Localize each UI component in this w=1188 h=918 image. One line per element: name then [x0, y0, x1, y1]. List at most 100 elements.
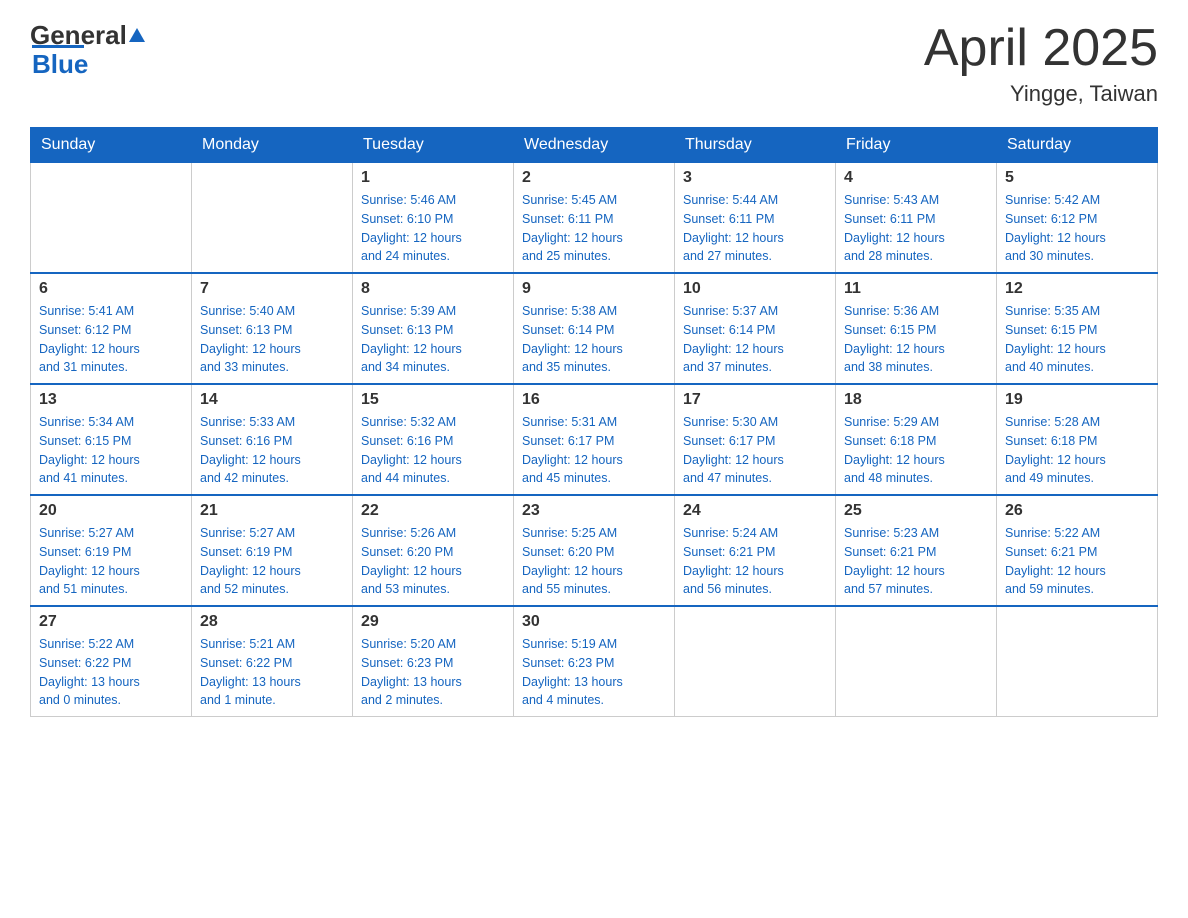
- location-title: Yingge, Taiwan: [924, 81, 1158, 107]
- day-number: 4: [844, 169, 988, 187]
- day-info: Sunrise: 5:37 AM Sunset: 6:14 PM Dayligh…: [683, 302, 827, 377]
- calendar-cell: 20 Sunrise: 5:27 AM Sunset: 6:19 PM Dayli…: [31, 495, 192, 606]
- day-info: Sunrise: 5:28 AM Sunset: 6:18 PM Dayligh…: [1005, 413, 1149, 488]
- day-number: 7: [200, 280, 344, 298]
- day-info: Sunrise: 5:26 AM Sunset: 6:20 PM Dayligh…: [361, 524, 505, 599]
- day-number: 29: [361, 613, 505, 631]
- calendar-cell: 22 Sunrise: 5:26 AM Sunset: 6:20 PM Dayli…: [353, 495, 514, 606]
- day-number: 1: [361, 169, 505, 187]
- calendar-week-row: 13 Sunrise: 5:34 AM Sunset: 6:15 PM Dayli…: [31, 384, 1158, 495]
- calendar-cell: 10Sunrise: 5:37 AM Sunset: 6:14 PM Dayli…: [675, 273, 836, 384]
- header-sunday: Sunday: [31, 128, 192, 163]
- day-info: Sunrise: 5:41 AM Sunset: 6:12 PM Dayligh…: [39, 302, 183, 377]
- title-section: April 2025 Yingge, Taiwan: [924, 20, 1158, 107]
- header-tuesday: Tuesday: [353, 128, 514, 163]
- calendar-cell: 18 Sunrise: 5:29 AM Sunset: 6:18 PM Dayli…: [836, 384, 997, 495]
- day-number: 9: [522, 280, 666, 298]
- day-info: Sunrise: 5:19 AM Sunset: 6:23 PM Dayligh…: [522, 635, 666, 710]
- day-number: 12: [1005, 280, 1149, 298]
- calendar-cell: 30 Sunrise: 5:19 AM Sunset: 6:23 PM Dayli…: [514, 606, 675, 717]
- day-info: Sunrise: 5:27 AM Sunset: 6:19 PM Dayligh…: [200, 524, 344, 599]
- calendar-cell: [675, 606, 836, 717]
- calendar-cell: 1 Sunrise: 5:46 AM Sunset: 6:10 PM Daylig…: [353, 163, 514, 274]
- day-number: 20: [39, 502, 183, 520]
- day-number: 22: [361, 502, 505, 520]
- calendar-cell: 26 Sunrise: 5:22 AM Sunset: 6:21 PM Dayli…: [997, 495, 1158, 606]
- calendar-cell: 19 Sunrise: 5:28 AM Sunset: 6:18 PM Dayli…: [997, 384, 1158, 495]
- calendar-week-row: 6 Sunrise: 5:41 AM Sunset: 6:12 PM Daylig…: [31, 273, 1158, 384]
- calendar-cell: 14Sunrise: 5:33 AM Sunset: 6:16 PM Dayli…: [192, 384, 353, 495]
- calendar-cell: 28Sunrise: 5:21 AM Sunset: 6:22 PM Dayli…: [192, 606, 353, 717]
- logo-triangle-icon: [127, 20, 147, 51]
- day-info: Sunrise: 5:32 AM Sunset: 6:16 PM Dayligh…: [361, 413, 505, 488]
- header-wednesday: Wednesday: [514, 128, 675, 163]
- calendar-cell: 23 Sunrise: 5:25 AM Sunset: 6:20 PM Dayli…: [514, 495, 675, 606]
- day-number: 25: [844, 502, 988, 520]
- calendar-cell: 3 Sunrise: 5:44 AM Sunset: 6:11 PM Daylig…: [675, 163, 836, 274]
- day-info: Sunrise: 5:40 AM Sunset: 6:13 PM Dayligh…: [200, 302, 344, 377]
- day-number: 17: [683, 391, 827, 409]
- calendar-cell: 2 Sunrise: 5:45 AM Sunset: 6:11 PM Daylig…: [514, 163, 675, 274]
- calendar-cell: 7 Sunrise: 5:40 AM Sunset: 6:13 PM Daylig…: [192, 273, 353, 384]
- logo: General Blue: [30, 20, 147, 80]
- day-number: 30: [522, 613, 666, 631]
- logo-blue-text: Blue: [32, 49, 88, 79]
- day-info: Sunrise: 5:31 AM Sunset: 6:17 PM Dayligh…: [522, 413, 666, 488]
- calendar-week-row: 27Sunrise: 5:22 AM Sunset: 6:22 PM Dayli…: [31, 606, 1158, 717]
- calendar-header-row: SundayMondayTuesdayWednesdayThursdayFrid…: [31, 128, 1158, 163]
- day-number: 3: [683, 169, 827, 187]
- calendar-cell: [997, 606, 1158, 717]
- day-number: 13: [39, 391, 183, 409]
- day-info: Sunrise: 5:38 AM Sunset: 6:14 PM Dayligh…: [522, 302, 666, 377]
- day-number: 5: [1005, 169, 1149, 187]
- day-number: 23: [522, 502, 666, 520]
- day-info: Sunrise: 5:45 AM Sunset: 6:11 PM Dayligh…: [522, 191, 666, 266]
- page-header: General Blue April 2025 Yingge, Taiwan: [30, 20, 1158, 107]
- day-info: Sunrise: 5:23 AM Sunset: 6:21 PM Dayligh…: [844, 524, 988, 599]
- calendar-week-row: 1 Sunrise: 5:46 AM Sunset: 6:10 PM Daylig…: [31, 163, 1158, 274]
- calendar-cell: 29 Sunrise: 5:20 AM Sunset: 6:23 PM Dayli…: [353, 606, 514, 717]
- calendar-week-row: 20 Sunrise: 5:27 AM Sunset: 6:19 PM Dayli…: [31, 495, 1158, 606]
- day-info: Sunrise: 5:21 AM Sunset: 6:22 PM Dayligh…: [200, 635, 344, 710]
- day-info: Sunrise: 5:30 AM Sunset: 6:17 PM Dayligh…: [683, 413, 827, 488]
- day-info: Sunrise: 5:36 AM Sunset: 6:15 PM Dayligh…: [844, 302, 988, 377]
- day-number: 19: [1005, 391, 1149, 409]
- calendar-cell: 6 Sunrise: 5:41 AM Sunset: 6:12 PM Daylig…: [31, 273, 192, 384]
- calendar-cell: 11 Sunrise: 5:36 AM Sunset: 6:15 PM Dayli…: [836, 273, 997, 384]
- day-info: Sunrise: 5:20 AM Sunset: 6:23 PM Dayligh…: [361, 635, 505, 710]
- header-thursday: Thursday: [675, 128, 836, 163]
- calendar-table: SundayMondayTuesdayWednesdayThursdayFrid…: [30, 127, 1158, 717]
- day-info: Sunrise: 5:29 AM Sunset: 6:18 PM Dayligh…: [844, 413, 988, 488]
- day-number: 11: [844, 280, 988, 298]
- calendar-cell: 15 Sunrise: 5:32 AM Sunset: 6:16 PM Dayli…: [353, 384, 514, 495]
- day-number: 2: [522, 169, 666, 187]
- header-friday: Friday: [836, 128, 997, 163]
- calendar-cell: 12 Sunrise: 5:35 AM Sunset: 6:15 PM Dayli…: [997, 273, 1158, 384]
- day-number: 8: [361, 280, 505, 298]
- day-info: Sunrise: 5:46 AM Sunset: 6:10 PM Dayligh…: [361, 191, 505, 266]
- calendar-cell: 25 Sunrise: 5:23 AM Sunset: 6:21 PM Dayli…: [836, 495, 997, 606]
- calendar-cell: 17 Sunrise: 5:30 AM Sunset: 6:17 PM Dayli…: [675, 384, 836, 495]
- calendar-cell: [836, 606, 997, 717]
- day-info: Sunrise: 5:33 AM Sunset: 6:16 PM Dayligh…: [200, 413, 344, 488]
- calendar-cell: 4Sunrise: 5:43 AM Sunset: 6:11 PM Daylig…: [836, 163, 997, 274]
- day-info: Sunrise: 5:27 AM Sunset: 6:19 PM Dayligh…: [39, 524, 183, 599]
- calendar-cell: 5 Sunrise: 5:42 AM Sunset: 6:12 PM Daylig…: [997, 163, 1158, 274]
- day-info: Sunrise: 5:39 AM Sunset: 6:13 PM Dayligh…: [361, 302, 505, 377]
- day-info: Sunrise: 5:25 AM Sunset: 6:20 PM Dayligh…: [522, 524, 666, 599]
- day-number: 18: [844, 391, 988, 409]
- day-info: Sunrise: 5:22 AM Sunset: 6:22 PM Dayligh…: [39, 635, 183, 710]
- day-number: 6: [39, 280, 183, 298]
- header-saturday: Saturday: [997, 128, 1158, 163]
- day-info: Sunrise: 5:34 AM Sunset: 6:15 PM Dayligh…: [39, 413, 183, 488]
- day-number: 15: [361, 391, 505, 409]
- calendar-cell: 27Sunrise: 5:22 AM Sunset: 6:22 PM Dayli…: [31, 606, 192, 717]
- day-number: 16: [522, 391, 666, 409]
- calendar-cell: 9 Sunrise: 5:38 AM Sunset: 6:14 PM Daylig…: [514, 273, 675, 384]
- day-info: Sunrise: 5:42 AM Sunset: 6:12 PM Dayligh…: [1005, 191, 1149, 266]
- day-info: Sunrise: 5:35 AM Sunset: 6:15 PM Dayligh…: [1005, 302, 1149, 377]
- calendar-cell: 13 Sunrise: 5:34 AM Sunset: 6:15 PM Dayli…: [31, 384, 192, 495]
- day-info: Sunrise: 5:22 AM Sunset: 6:21 PM Dayligh…: [1005, 524, 1149, 599]
- day-number: 26: [1005, 502, 1149, 520]
- day-info: Sunrise: 5:44 AM Sunset: 6:11 PM Dayligh…: [683, 191, 827, 266]
